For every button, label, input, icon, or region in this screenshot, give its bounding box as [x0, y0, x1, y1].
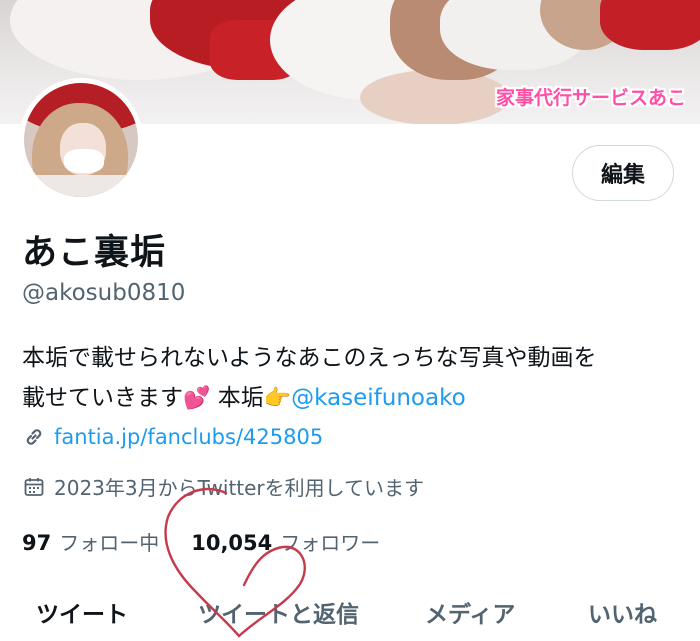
profile-website-link[interactable]: fantia.jp/fanclubs/425805 [54, 425, 323, 449]
profile-bio: 本垢で載せられないようなあこのえっちな写真や動画を 載せていきます💕 本垢👉@k… [22, 338, 692, 419]
banner-caption: 家事代行サービスあこ [495, 87, 686, 109]
link-icon [26, 429, 42, 445]
edit-profile-button[interactable]: 編集 [572, 145, 674, 201]
bio-line-1: 本垢で載せられないようなあこのえっちな写真や動画を [22, 345, 597, 371]
calendar-icon [24, 477, 44, 496]
followers-label: フォロワー [280, 531, 381, 555]
join-date-text: 2023年3月からTwitterを利用しています [54, 476, 425, 500]
tab-tweets[interactable]: ツイート [36, 595, 128, 629]
tab-tweets-and-replies[interactable]: ツイートと返信 [198, 595, 359, 629]
avatar-image [24, 83, 138, 197]
profile-link-row: fantia.jp/fanclubs/425805 [22, 425, 323, 449]
user-handle: @akosub0810 [22, 280, 186, 306]
bio-line-2: 載せていきます💕 本垢👉@kaseifunoako [22, 378, 692, 419]
profile-tabs: ツイート ツイートと返信 メディア いいね [0, 585, 700, 641]
tab-likes[interactable]: いいね [588, 595, 657, 629]
bio-mention-link[interactable]: @kaseifunoako [291, 385, 466, 411]
following-link[interactable]: 97 フォロー中 [22, 527, 159, 556]
following-count: 97 [22, 531, 52, 555]
follow-stats: 97 フォロー中 10,054 フォロワー [22, 527, 380, 556]
display-name: あこ裏垢 [22, 233, 167, 273]
followers-link[interactable]: 10,054 フォロワー [191, 527, 380, 556]
pointing-emoji: 👉 [263, 386, 292, 411]
bio-text: 載せていきます [22, 385, 183, 411]
tab-media[interactable]: メディア [425, 595, 515, 629]
join-date-row: 2023年3月からTwitterを利用しています [22, 472, 424, 501]
following-label: フォロー中 [59, 531, 160, 555]
bio-text-main: 本垢 [217, 385, 264, 411]
followers-count: 10,054 [191, 531, 273, 555]
avatar[interactable] [19, 78, 143, 202]
hearts-emoji: 💕 [183, 386, 211, 411]
